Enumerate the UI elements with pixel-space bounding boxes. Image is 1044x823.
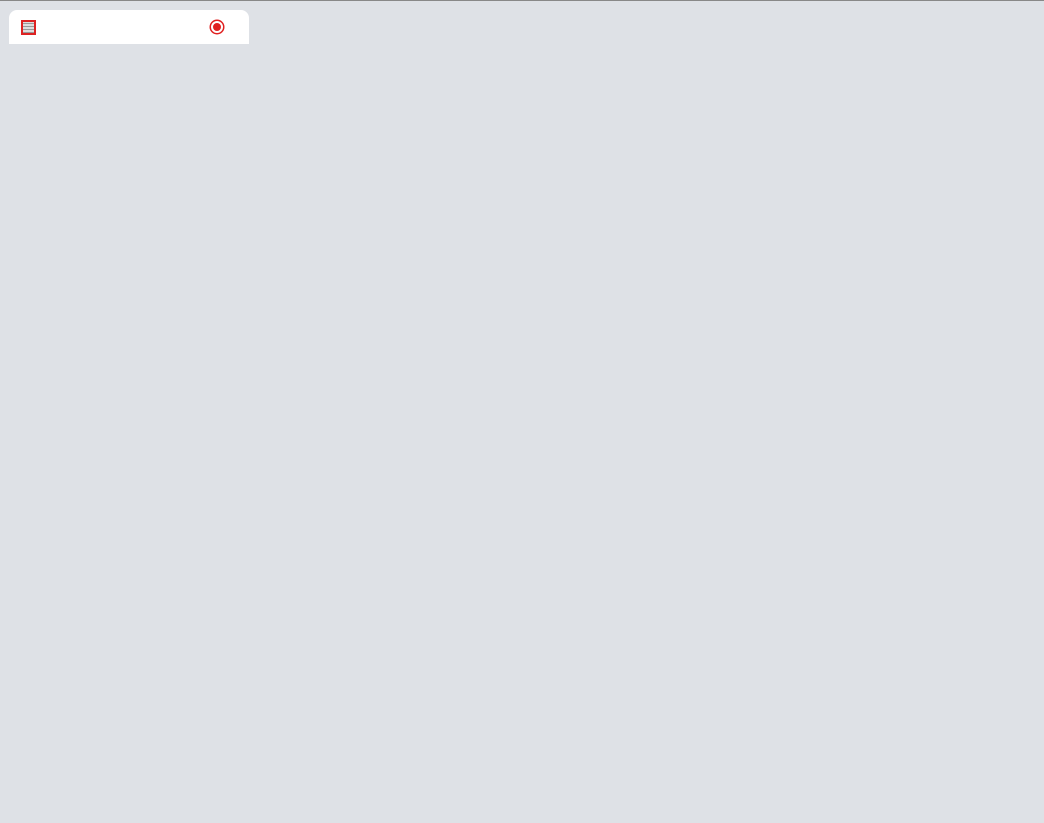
browser-tab[interactable]	[9, 10, 249, 44]
ozeki-favicon-icon	[21, 19, 36, 35]
recording-dot-icon	[211, 21, 223, 33]
browser-titlebar	[0, 0, 1044, 44]
